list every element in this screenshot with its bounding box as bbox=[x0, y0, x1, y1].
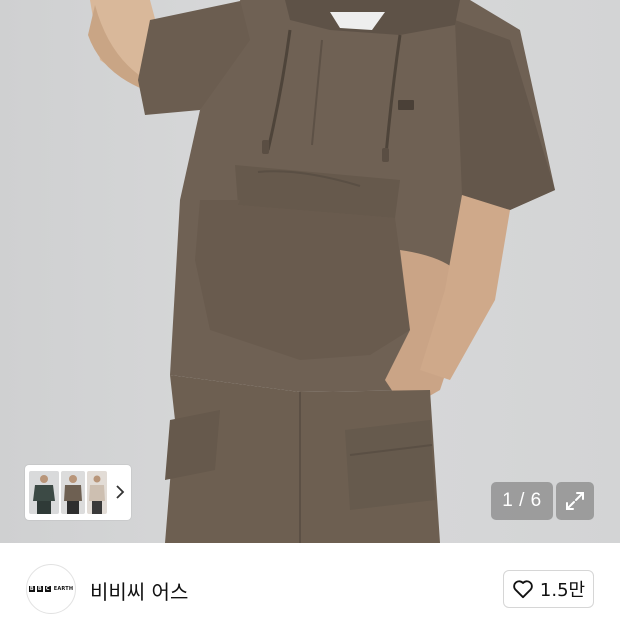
logo-letter: B bbox=[36, 586, 43, 592]
product-photo bbox=[88, 0, 555, 543]
like-button[interactable]: 1.5만 bbox=[503, 570, 594, 608]
image-counter: 1 / 6 bbox=[491, 482, 553, 520]
thumbnail-image[interactable] bbox=[29, 471, 59, 514]
brand-name[interactable]: 비비씨 어스 bbox=[90, 576, 188, 605]
logo-letter: B bbox=[28, 586, 35, 592]
like-count: 1.5만 bbox=[539, 580, 586, 601]
product-image-gallery[interactable]: 1 / 6 bbox=[0, 0, 620, 543]
thumbnail-image[interactable] bbox=[61, 471, 85, 514]
logo-letter: C bbox=[44, 586, 51, 592]
expand-button[interactable] bbox=[556, 482, 594, 520]
thumbnail-strip[interactable] bbox=[25, 465, 131, 520]
expand-icon bbox=[566, 492, 584, 510]
heart-icon bbox=[513, 580, 533, 599]
logo-earth-text: EARTH bbox=[53, 586, 74, 592]
thumbnail-image[interactable] bbox=[87, 471, 107, 514]
chevron-right-icon[interactable] bbox=[113, 481, 127, 503]
brand-logo[interactable]: B B C EARTH bbox=[26, 564, 76, 614]
